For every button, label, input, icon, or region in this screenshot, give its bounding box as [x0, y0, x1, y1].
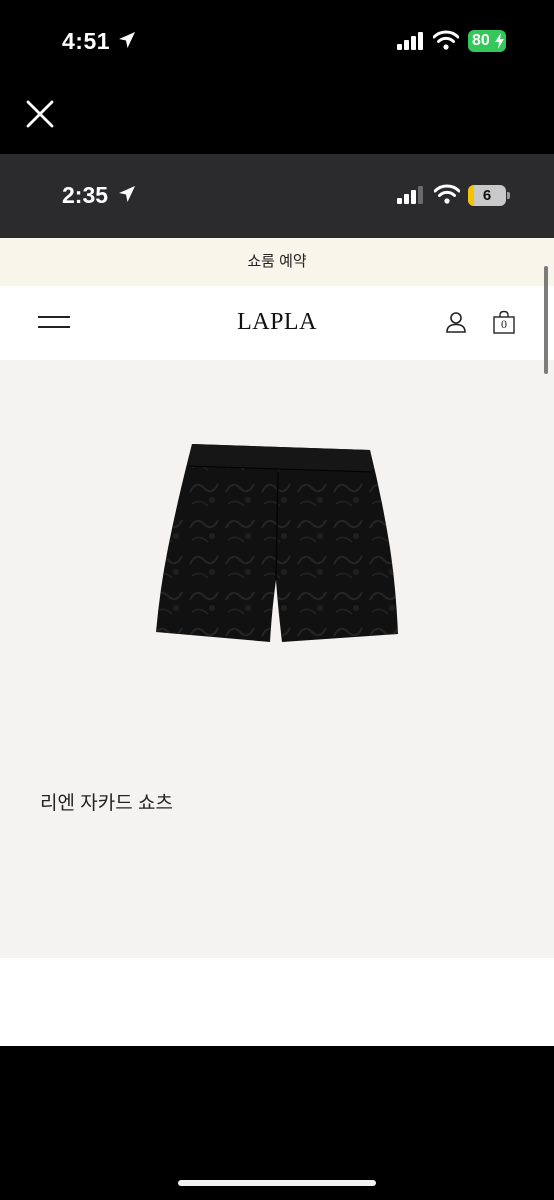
site-logo[interactable]: LAPLA: [0, 309, 554, 336]
cellular-signal-icon: [397, 32, 425, 55]
location-arrow-icon: [118, 185, 136, 208]
location-arrow-icon: [118, 31, 136, 54]
showroom-reservation-banner[interactable]: 쇼룸 예약: [0, 238, 554, 286]
home-indicator[interactable]: [178, 1180, 376, 1186]
low-power-fill: [468, 185, 474, 206]
outer-clock: 4:51: [62, 28, 111, 54]
cart-count: 0: [501, 317, 507, 331]
battery-level: 80: [472, 32, 490, 49]
battery-indicator: 6: [468, 185, 510, 206]
wifi-icon: [432, 30, 460, 55]
user-icon[interactable]: [444, 310, 468, 339]
inner-status-bar: 2:35 6: [0, 154, 554, 238]
close-icon[interactable]: [22, 96, 58, 132]
product-image[interactable]: [0, 360, 554, 958]
outer-status-bar: 4:51 80: [0, 0, 554, 80]
wifi-icon: [433, 184, 461, 209]
viewer-toolbar: [0, 80, 554, 154]
battery-indicator: 80: [468, 30, 506, 52]
inner-clock: 2:35: [62, 182, 109, 208]
battery-nub: [507, 192, 510, 199]
battery-level: 6: [482, 187, 492, 204]
shopping-bag-icon[interactable]: 0: [492, 310, 516, 341]
site-header: LAPLA 0: [0, 286, 554, 360]
viewer-bottom-area: [0, 1046, 554, 1200]
page-scrollbar[interactable]: [544, 266, 548, 374]
charging-bolt-icon: [495, 33, 504, 56]
web-page: 쇼룸 예약 LAPLA 0: [0, 238, 554, 1046]
cellular-signal-icon: [397, 186, 425, 209]
shorts-image: [156, 444, 398, 642]
product-name[interactable]: 리엔 자카드 쇼츠: [40, 788, 173, 815]
